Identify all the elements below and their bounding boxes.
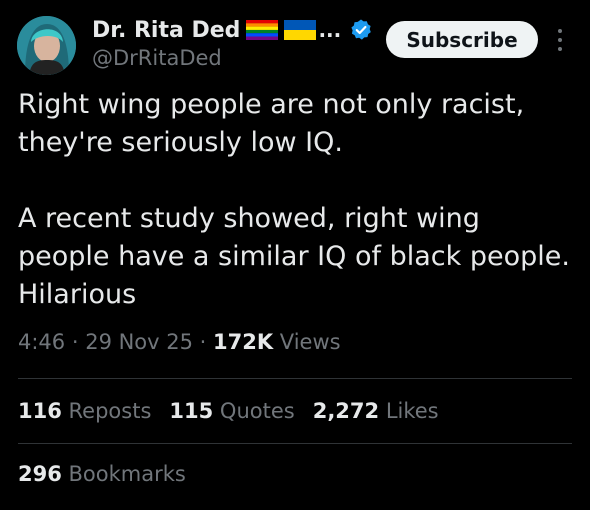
likes-count: 2,272 (312, 399, 380, 423)
avatar[interactable] (17, 16, 76, 75)
likes-label: Likes (379, 399, 439, 423)
quotes-count: 115 (169, 399, 214, 423)
ukraine-flag-icon (284, 20, 317, 40)
tweet-date[interactable]: 29 Nov 25 (85, 330, 193, 354)
quotes-stat[interactable]: 115 Quotes (169, 399, 294, 423)
more-options-icon[interactable] (552, 26, 568, 54)
author-handle[interactable]: @DrRitaDed (92, 46, 222, 70)
reposts-stat[interactable]: 116 Reposts (18, 399, 151, 423)
meta-separator: · (65, 330, 86, 354)
views-count: 172K (213, 330, 274, 354)
name-truncation: ... (318, 18, 342, 42)
bookmarks-count: 296 (18, 462, 62, 486)
tweet-text: Right wing people are not only racist, t… (18, 89, 570, 310)
bookmarks-label: Bookmarks (61, 462, 186, 486)
quotes-label: Quotes (213, 399, 295, 423)
subscribe-button[interactable]: Subscribe (386, 21, 538, 58)
reposts-count: 116 (18, 399, 62, 423)
divider (18, 378, 572, 379)
reposts-label: Reposts (61, 399, 152, 423)
meta-separator: · (192, 330, 214, 354)
author-name-row[interactable]: Dr. Rita Ded ... (92, 14, 373, 46)
views-label: Views (273, 330, 341, 354)
bookmarks-stat[interactable]: 296 Bookmarks (18, 462, 186, 486)
rainbow-flag-icon (246, 20, 279, 40)
likes-stat[interactable]: 2,272 Likes (313, 399, 439, 423)
tweet-time[interactable]: 4:46 (18, 330, 65, 354)
avatar-image (17, 16, 76, 75)
author-display-name[interactable]: Dr. Rita Ded (92, 18, 240, 43)
engagement-stats: 116 Reposts 115 Quotes 2,272 Likes (18, 399, 439, 423)
verified-badge-icon[interactable] (349, 18, 373, 42)
divider (18, 443, 572, 444)
tweet-meta: 4:46 · 29 Nov 25 · 172K Views (18, 330, 341, 354)
